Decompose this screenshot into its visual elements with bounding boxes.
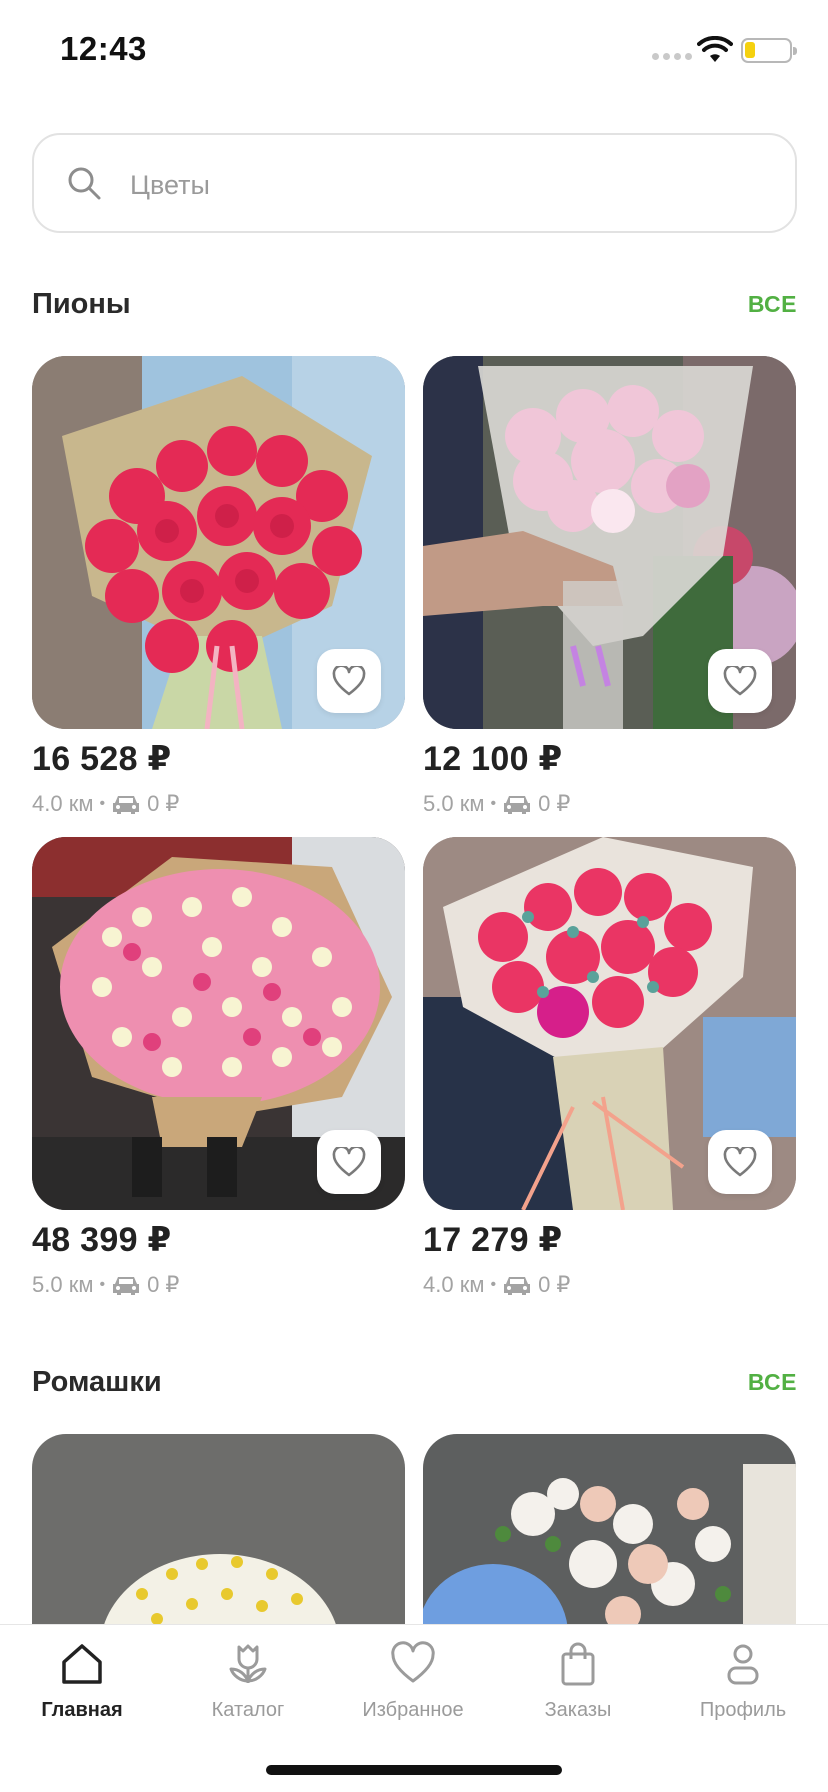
product-price: 17 279 ₽ xyxy=(423,1221,563,1259)
separator-dot: • xyxy=(99,795,106,812)
status-time: 12:43 xyxy=(60,30,147,67)
tab-label: Каталог xyxy=(211,1699,285,1721)
separator-dot: • xyxy=(490,1276,497,1293)
heart-icon xyxy=(723,1147,757,1177)
tab-label: Избранное xyxy=(362,1699,464,1721)
heart-icon xyxy=(723,666,757,696)
battery-icon xyxy=(741,38,797,63)
separator-dot: • xyxy=(99,1276,106,1293)
see-all-link[interactable]: ВСЕ xyxy=(748,1369,797,1396)
section-title: Ромашки xyxy=(32,1366,162,1398)
distance: 5.0 км xyxy=(32,1272,94,1297)
favorite-button[interactable] xyxy=(317,649,381,713)
home-indicator xyxy=(266,1765,562,1775)
delivery-price: 0 ₽ xyxy=(538,791,571,816)
search-bar[interactable] xyxy=(32,133,797,233)
tab-favorites[interactable]: Избранное xyxy=(338,1641,488,1722)
product-card[interactable]: 16 528 ₽ 4.0 км • 0 ₽ xyxy=(32,356,405,817)
favorite-button[interactable] xyxy=(317,1130,381,1194)
home-icon xyxy=(62,1644,102,1684)
car-icon xyxy=(504,1277,531,1295)
product-meta: 4.0 км • 0 ₽ xyxy=(32,791,405,817)
tab-label: Заказы xyxy=(544,1699,612,1721)
distance: 4.0 км xyxy=(423,1272,485,1297)
delivery-price: 0 ₽ xyxy=(538,1272,571,1297)
product-card[interactable] xyxy=(32,1434,405,1634)
product-price: 16 528 ₽ xyxy=(32,740,172,778)
favorite-button[interactable] xyxy=(708,1130,772,1194)
profile-icon xyxy=(727,1644,759,1685)
tab-label: Профиль xyxy=(699,1699,787,1721)
tab-profile[interactable]: Профиль xyxy=(668,1641,818,1722)
car-icon xyxy=(113,796,140,814)
tab-label: Главная xyxy=(41,1699,123,1721)
search-input[interactable] xyxy=(130,163,730,207)
product-card[interactable]: 12 100 ₽ 5.0 км • 0 ₽ xyxy=(423,356,796,817)
cellular-signal-icon xyxy=(652,53,692,60)
product-meta: 5.0 км • 0 ₽ xyxy=(423,791,796,817)
product-image[interactable] xyxy=(32,356,405,729)
status-bar: 12:43 xyxy=(0,0,828,100)
heart-icon xyxy=(332,1147,366,1177)
product-card[interactable]: 48 399 ₽ 5.0 км • 0 ₽ xyxy=(32,837,405,1298)
product-image[interactable] xyxy=(423,837,796,1210)
section-title: Пионы xyxy=(32,288,131,320)
separator-dot: • xyxy=(490,795,497,812)
product-card[interactable] xyxy=(423,1434,796,1634)
product-image[interactable] xyxy=(32,837,405,1210)
section-header-peonies: Пионы ВСЕ xyxy=(32,288,797,328)
distance: 5.0 км xyxy=(423,791,485,816)
delivery-price: 0 ₽ xyxy=(147,1272,180,1297)
product-image[interactable] xyxy=(32,1434,405,1634)
wifi-icon xyxy=(697,36,733,62)
heart-icon xyxy=(391,1641,435,1683)
distance: 4.0 км xyxy=(32,791,94,816)
product-image[interactable] xyxy=(423,356,796,729)
car-icon xyxy=(113,1277,140,1295)
product-meta: 5.0 км • 0 ₽ xyxy=(32,1272,405,1298)
tab-orders[interactable]: Заказы xyxy=(503,1641,653,1722)
heart-icon xyxy=(332,666,366,696)
product-card[interactable]: 17 279 ₽ 4.0 км • 0 ₽ xyxy=(423,837,796,1298)
bag-icon xyxy=(561,1642,595,1686)
tab-catalog[interactable]: Каталог xyxy=(173,1641,323,1722)
product-image[interactable] xyxy=(423,1434,796,1634)
product-price: 48 399 ₽ xyxy=(32,1221,172,1259)
car-icon xyxy=(504,796,531,814)
section-header-daisies: Ромашки ВСЕ xyxy=(32,1366,797,1406)
product-price: 12 100 ₽ xyxy=(423,740,563,778)
product-meta: 4.0 км • 0 ₽ xyxy=(423,1272,796,1298)
search-icon xyxy=(68,167,101,200)
favorite-button[interactable] xyxy=(708,649,772,713)
tab-home[interactable]: Главная xyxy=(7,1641,157,1722)
delivery-price: 0 ₽ xyxy=(147,791,180,816)
flower-icon xyxy=(229,1644,267,1683)
see-all-link[interactable]: ВСЕ xyxy=(748,291,797,318)
